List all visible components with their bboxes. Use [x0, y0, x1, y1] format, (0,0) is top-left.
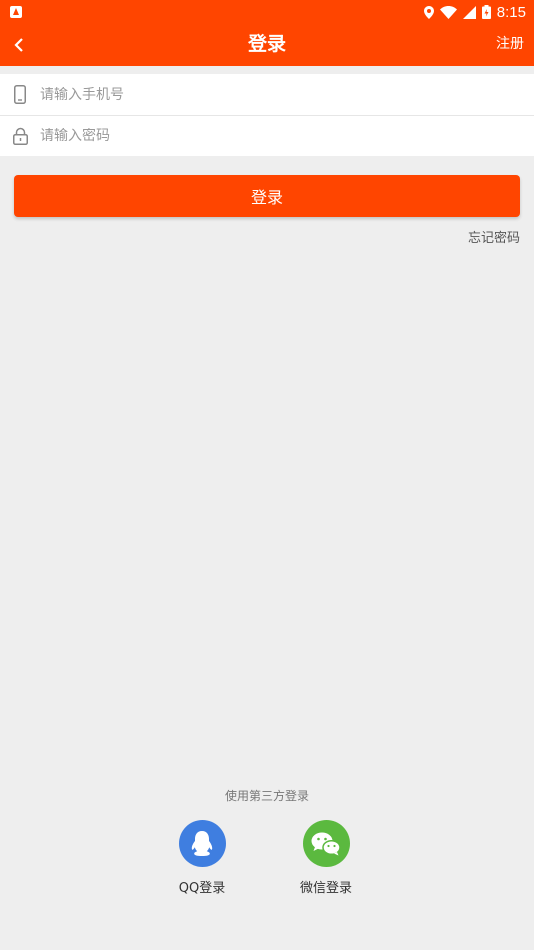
- wifi-icon: [439, 5, 457, 19]
- location-icon: [423, 5, 434, 19]
- qq-login-button[interactable]: QQ登录: [157, 820, 247, 896]
- wechat-login-button[interactable]: 微信登录: [281, 820, 371, 896]
- wechat-icon: [311, 832, 341, 855]
- lock-icon: [12, 126, 28, 146]
- login-form: [0, 74, 534, 156]
- login-button[interactable]: 登录: [14, 175, 520, 217]
- forgot-password-link[interactable]: 忘记密码: [468, 227, 520, 246]
- password-row: [0, 115, 534, 156]
- phone-row: [0, 74, 534, 115]
- password-input[interactable]: [40, 128, 500, 144]
- phone-input[interactable]: [40, 86, 500, 103]
- status-bar: 8:15: [0, 0, 534, 24]
- wechat-login-label: 微信登录: [299, 881, 352, 896]
- app-bar: 登录 注册: [0, 24, 534, 66]
- page-title: 登录: [247, 33, 286, 55]
- back-button[interactable]: [4, 30, 34, 60]
- third-party-login-label: 使用第三方登录: [224, 789, 309, 803]
- qq-icon: [191, 830, 213, 856]
- signal-icon: [462, 5, 476, 19]
- chevron-left-icon: [14, 38, 23, 52]
- app-notification-icon: [10, 6, 22, 18]
- qq-login-label: QQ登录: [178, 881, 226, 896]
- status-time: 8:15: [496, 3, 526, 21]
- phone-icon: [12, 85, 28, 105]
- battery-icon: [481, 5, 491, 19]
- register-link[interactable]: 注册: [496, 24, 524, 66]
